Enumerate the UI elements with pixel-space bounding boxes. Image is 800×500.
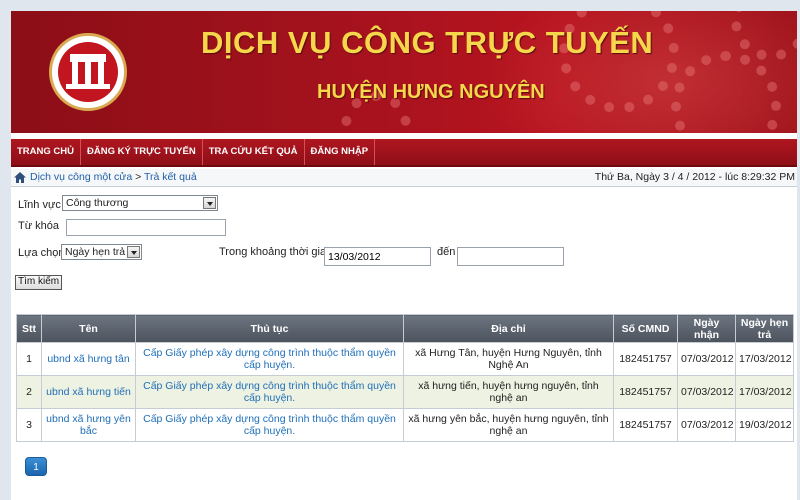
column-header-received-date: Ngày nhận xyxy=(677,314,736,343)
table-row: 2 ubnd xã hưng tiến Cấp Giấy phép xây dự… xyxy=(16,375,794,409)
emblem-logo xyxy=(49,33,127,111)
option-label: Lựa chọn xyxy=(18,247,65,259)
breadcrumb-link-results[interactable]: Trả kết quả xyxy=(144,171,197,183)
id-number-cell: 182451757 xyxy=(613,408,678,442)
emblem-base xyxy=(66,84,110,89)
received-date-cell: 07/03/2012 xyxy=(677,408,736,442)
column-header-name: Tên xyxy=(41,314,136,343)
to-date-input[interactable] xyxy=(457,247,564,266)
column-header-address: Địa chỉ xyxy=(403,314,614,343)
emblem-pillar xyxy=(85,62,91,84)
column-header-stt: Stt xyxy=(16,314,42,343)
address-cell: xã hưng yên bắc, huyện hưng nguyên, tỉnh… xyxy=(403,408,614,442)
table-header-row: Stt Tên Thủ tục Địa chỉ Số CMND Ngày nhậ… xyxy=(16,314,794,343)
applicant-name-link[interactable]: ubnd xã hưng yên bắc xyxy=(46,413,131,437)
id-number-cell: 182451757 xyxy=(613,375,678,409)
to-label: đến xyxy=(437,246,456,258)
page: DỊCH VỤ CÔNG TRỰC TUYẾN HUYỆN HƯNG NGUYÊ… xyxy=(11,11,797,500)
chevron-down-icon[interactable] xyxy=(203,197,216,209)
from-date-input[interactable] xyxy=(324,247,431,266)
main-nav: TRANG CHỦ ĐĂNG KÝ TRỰC TUYẾN TRA CỨU KẾT… xyxy=(11,139,797,167)
due-date-cell: 17/03/2012 xyxy=(735,375,794,409)
due-date-cell: 17/03/2012 xyxy=(735,342,794,376)
row-number: 1 xyxy=(16,342,42,376)
field-select[interactable]: Công thương xyxy=(62,195,218,211)
results-table: Stt Tên Thủ tục Địa chỉ Số CMND Ngày nhậ… xyxy=(16,314,794,442)
option-select[interactable]: Ngày hẹn trả xyxy=(61,244,142,260)
pagination-page-1[interactable]: 1 xyxy=(25,457,47,476)
nav-item-lookup-results[interactable]: TRA CỨU KẾT QUẢ xyxy=(203,139,305,165)
nav-item-login[interactable]: ĐĂNG NHẬP xyxy=(305,139,376,165)
field-label: Lĩnh vực xyxy=(18,199,61,211)
received-date-cell: 07/03/2012 xyxy=(677,342,736,376)
current-datetime: Thứ Ba, Ngày 3 / 4 / 2012 - lúc 8:29:32 … xyxy=(594,171,795,183)
field-select-value: Công thương xyxy=(66,197,129,209)
address-cell: xã hưng tiến, huyện hưng nguyên, tỉnh ng… xyxy=(403,375,614,409)
emblem-roof xyxy=(70,54,106,62)
site-banner: DỊCH VỤ CÔNG TRỰC TUYẾN HUYỆN HƯNG NGUYÊ… xyxy=(11,11,797,133)
table-row: 1 ubnd xã hưng tân Cấp Giấy phép xây dựn… xyxy=(16,342,794,376)
procedure-link[interactable]: Cấp Giấy phép xây dựng công trình thuộc … xyxy=(143,413,396,437)
keyword-label: Từ khóa xyxy=(18,220,59,232)
site-subtitle: HUYỆN HƯNG NGUYÊN xyxy=(317,81,545,103)
row-number: 2 xyxy=(16,375,42,409)
procedure-link[interactable]: Cấp Giấy phép xây dựng công trình thuộc … xyxy=(143,347,396,371)
applicant-name-link[interactable]: ubnd xã hưng tiến xyxy=(46,386,131,398)
site-title: DỊCH VỤ CÔNG TRỰC TUYẾN xyxy=(201,25,654,60)
search-button[interactable]: Tìm kiếm xyxy=(15,275,63,290)
emblem-pillar xyxy=(98,62,104,84)
home-icon[interactable] xyxy=(14,172,26,183)
due-date-cell: 19/03/2012 xyxy=(735,408,794,442)
option-select-value: Ngày hẹn trả xyxy=(65,246,126,258)
column-header-id-number: Số CMND xyxy=(613,314,678,343)
column-header-due-date: Ngày hẹn trả xyxy=(735,314,794,343)
id-number-cell: 182451757 xyxy=(613,342,678,376)
column-header-procedure: Thủ tục xyxy=(135,314,404,343)
procedure-link[interactable]: Cấp Giấy phép xây dựng công trình thuộc … xyxy=(143,380,396,404)
applicant-name-link[interactable]: ubnd xã hưng tân xyxy=(47,353,129,365)
address-cell: xã Hưng Tân, huyện Hưng Nguyên, tỉnh Ngh… xyxy=(403,342,614,376)
chevron-down-icon[interactable] xyxy=(127,246,140,258)
keyword-input[interactable] xyxy=(66,219,226,236)
emblem-pillar xyxy=(72,62,78,84)
received-date-cell: 07/03/2012 xyxy=(677,375,736,409)
breadcrumb-separator: > xyxy=(132,171,144,183)
breadcrumb-bar: Dịch vụ công một cửa > Trả kết quả Thứ B… xyxy=(11,169,797,187)
nav-item-home[interactable]: TRANG CHỦ xyxy=(11,139,81,165)
breadcrumb-link-one-stop-service[interactable]: Dịch vụ công một cửa xyxy=(30,171,132,183)
nav-item-online-registration[interactable]: ĐĂNG KÝ TRỰC TUYẾN xyxy=(81,139,203,165)
period-label: Trong khoảng thời gian xyxy=(219,246,333,258)
breadcrumb: Dịch vụ công một cửa > Trả kết quả xyxy=(30,171,197,183)
table-row: 3 ubnd xã hưng yên bắc Cấp Giấy phép xây… xyxy=(16,408,794,442)
row-number: 3 xyxy=(16,408,42,442)
